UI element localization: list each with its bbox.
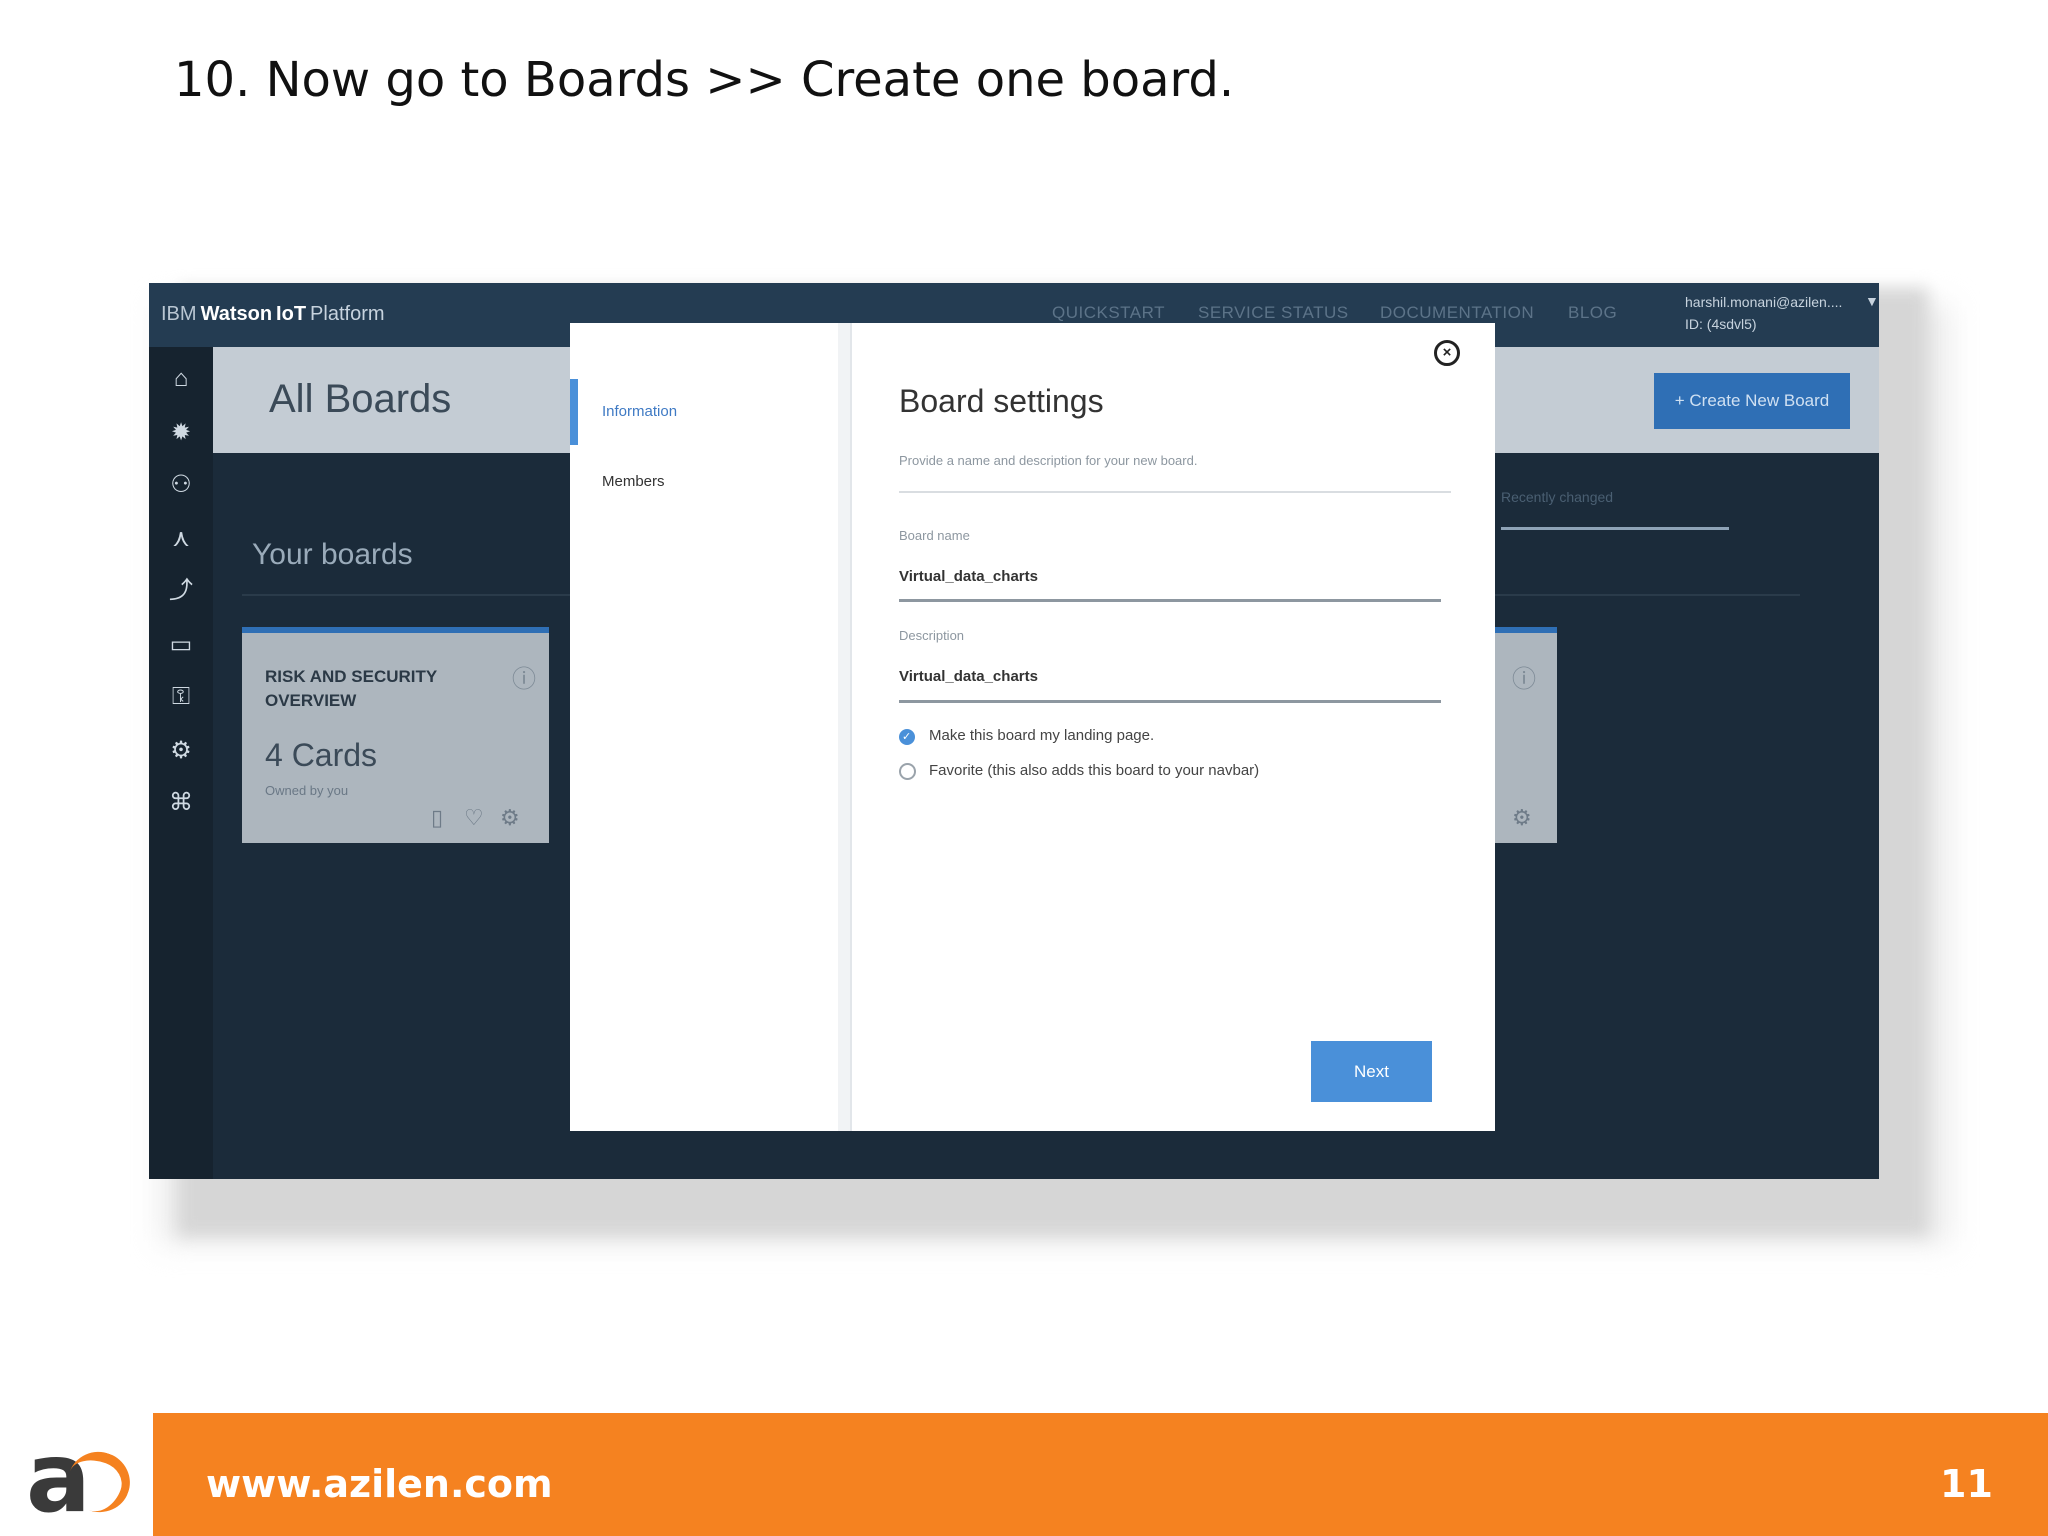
account-email: harshil.monani@azilen....: [1685, 294, 1843, 310]
embedded-screenshot: IBM Watson IoT Platform QUICKSTART SERVICE …: [149, 283, 1879, 1179]
close-icon[interactable]: ×: [1434, 340, 1460, 366]
members-icon[interactable]: ⚇: [165, 469, 197, 501]
account-id: ID: (4sdvl5): [1685, 316, 1757, 332]
card-title: RISK AND SECURITY OVERVIEW: [265, 667, 437, 710]
heart-icon[interactable]: ♡: [464, 805, 484, 831]
board-settings-modal: Information Members × Board settings Pro…: [570, 323, 1495, 1131]
sort-select[interactable]: Recently changed: [1501, 489, 1729, 530]
info-icon[interactable]: ⓘ: [512, 659, 536, 694]
apps-icon[interactable]: ⋏: [165, 523, 197, 555]
left-nav: ⌂ ✹ ⚇ ⋏ ⤴ ▭ ⚿ ⚙ ⌘: [149, 347, 213, 1179]
brand-iot: IoT: [276, 303, 307, 325]
description-underline: [899, 700, 1441, 703]
security-icon[interactable]: ⚿: [165, 681, 197, 713]
favorite-label: Favorite (this also adds this board to y…: [929, 762, 1260, 779]
caret-down-icon[interactable]: ▼: [1865, 293, 1879, 309]
modal-sidebar: [570, 323, 852, 1131]
next-button[interactable]: Next: [1311, 1041, 1432, 1102]
nav-quickstart[interactable]: QUICKSTART: [1052, 303, 1165, 323]
section-title: Your boards: [252, 538, 413, 571]
modal-subtitle: Provide a name and description for your …: [899, 453, 1198, 468]
sidebar-scrollbar[interactable]: [838, 323, 850, 1131]
slide-heading: 10. Now go to Boards >> Create one board…: [174, 52, 1235, 108]
create-new-board-button[interactable]: + Create New Board: [1654, 373, 1850, 429]
description-label: Description: [899, 628, 965, 643]
card-count: 4 Cards: [265, 737, 378, 773]
nav-service-status[interactable]: SERVICE STATUS: [1198, 303, 1349, 323]
description-input[interactable]: Virtual_data_charts: [899, 668, 1038, 685]
card-owner: Owned by you: [265, 783, 349, 798]
board-name-underline: [899, 599, 1441, 602]
nav-blog[interactable]: BLOG: [1568, 303, 1617, 323]
boards-icon[interactable]: ⌂: [165, 363, 197, 395]
board-name-input[interactable]: Virtual_data_charts: [899, 568, 1038, 585]
extensions-icon[interactable]: ⌘: [165, 787, 197, 819]
tab-information[interactable]: Information: [602, 403, 677, 420]
tab-members[interactable]: Members: [602, 473, 665, 490]
settings-icon[interactable]: ⚙: [165, 735, 197, 767]
board-card-partial[interactable]: ⓘ ⚙: [1494, 627, 1557, 843]
gear-icon[interactable]: ⚙: [500, 805, 520, 831]
devices-icon[interactable]: ✹: [165, 417, 197, 449]
trash-icon[interactable]: ▯: [431, 805, 443, 831]
app-brand: IBM Watson IoT Platform: [161, 303, 385, 326]
favorite-radio[interactable]: [899, 763, 916, 780]
board-card[interactable]: RISK AND SECURITY OVERVIEW ⓘ 4 Cards Own…: [242, 627, 549, 843]
landing-page-label: Make this board my landing page.: [929, 727, 1155, 744]
brand-watson: Watson: [200, 303, 273, 325]
active-tab-indicator: [570, 379, 578, 445]
info-icon[interactable]: ⓘ: [1512, 659, 1536, 694]
brand-ibm: IBM: [161, 303, 197, 325]
landing-page-radio[interactable]: [899, 729, 915, 745]
page-title: All Boards: [269, 377, 452, 421]
footer-url[interactable]: www.azilen.com: [206, 1462, 553, 1506]
rules-icon[interactable]: ⤴: [165, 575, 197, 607]
usage-icon[interactable]: ▭: [165, 629, 197, 661]
board-name-label: Board name: [899, 528, 970, 543]
page-number: 11: [1940, 1462, 1993, 1506]
gear-icon[interactable]: ⚙: [1512, 805, 1532, 831]
brand-platform: Platform: [310, 303, 385, 325]
subtitle-divider: [899, 491, 1451, 493]
nav-documentation[interactable]: DOCUMENTATION: [1380, 303, 1534, 323]
modal-title: Board settings: [899, 383, 1104, 419]
account-menu[interactable]: harshil.monani@azilen.... ID: (4sdvl5): [1685, 291, 1842, 335]
